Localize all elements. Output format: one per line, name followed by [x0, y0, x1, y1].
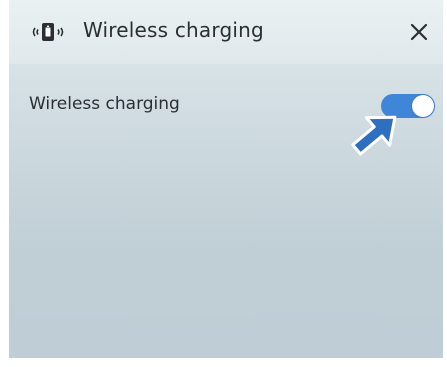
- pointer-arrow-icon: [351, 115, 397, 156]
- toggle-knob: [412, 95, 434, 117]
- panel-header: Wireless charging: [9, 0, 443, 64]
- wireless-charging-icon: [32, 23, 64, 41]
- settings-panel: Wireless charging Wireless charging: [9, 0, 443, 358]
- page-title: Wireless charging: [83, 18, 264, 42]
- wireless-charging-label: Wireless charging: [29, 94, 180, 114]
- close-icon: [410, 23, 428, 41]
- close-button[interactable]: [403, 16, 435, 48]
